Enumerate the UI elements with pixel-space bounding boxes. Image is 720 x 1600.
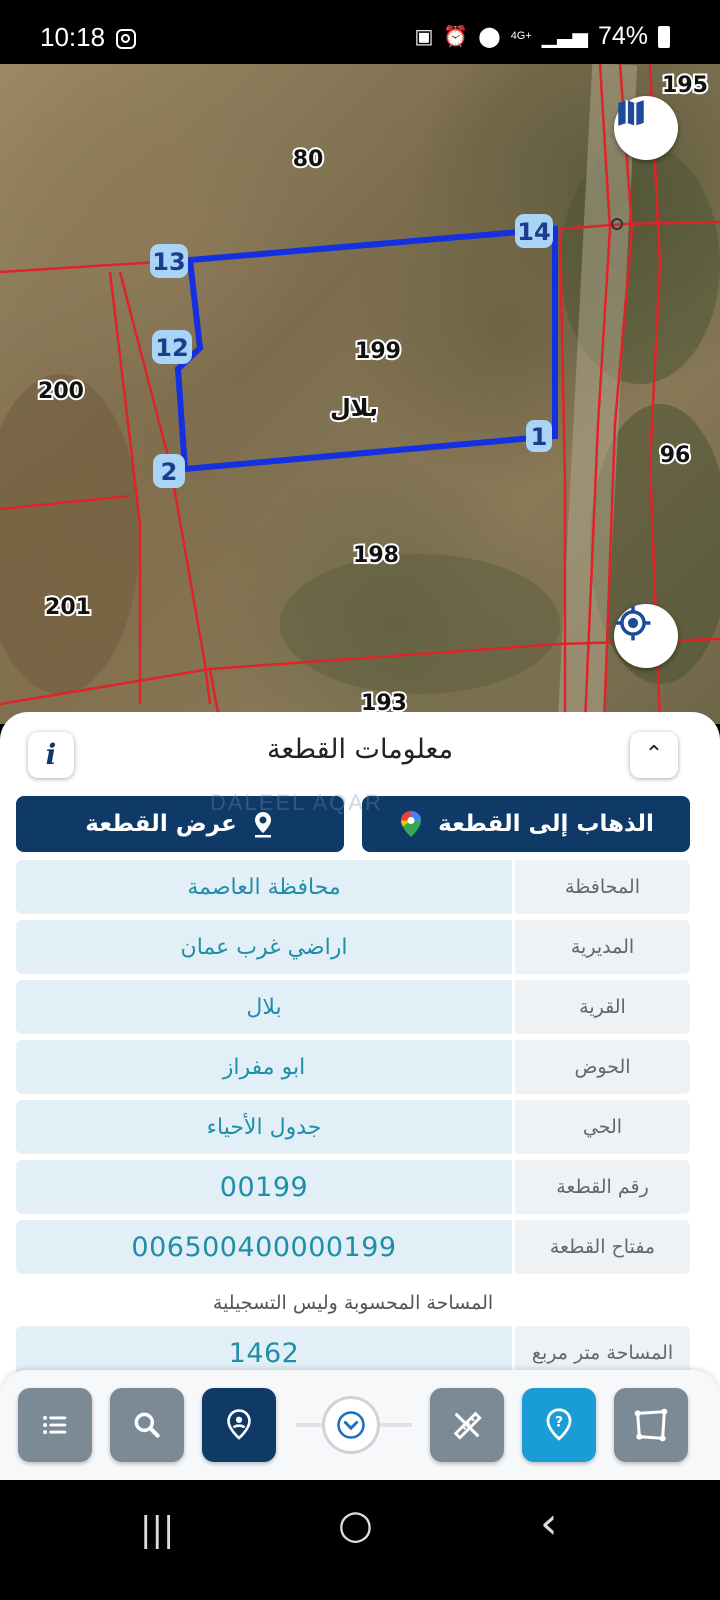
detail-row-directorate: اراضي غرب عمان المديرية [16, 920, 690, 974]
detail-row-parcel-number: 00199 رقم القطعة [16, 1160, 690, 1214]
battery-percent: 74% [597, 22, 648, 50]
location-icon: ⬤ [478, 26, 501, 48]
sheet-title: معلومات القطعة [266, 734, 454, 765]
village-label: بلال [330, 394, 378, 422]
list-icon [43, 1415, 67, 1435]
parcel-label: 199 [355, 339, 401, 364]
google-maps-icon [401, 811, 422, 837]
detail-row-village: بلال القرية [16, 980, 690, 1034]
expand-toolbar-button[interactable] [322, 1396, 380, 1454]
search-button[interactable] [110, 1388, 184, 1462]
detail-row-basin: ابو مفراز الحوض [16, 1040, 690, 1094]
chevron-up-icon: ⌃ [644, 742, 664, 767]
status-time: 10:18 [40, 22, 106, 52]
locate-me-button[interactable] [614, 604, 678, 668]
detail-row-governorate: محافظة العاصمة المحافظة [16, 860, 690, 914]
status-bar: 10:18 ▣ ⏰ ⬤ 4G+ ▁▃▅ 74% [0, 0, 720, 64]
detail-row-parcel-key: 006500400000199 مفتاح القطعة [16, 1220, 690, 1274]
locate-icon [615, 605, 651, 641]
area-note: المساحة المحسوبة وليس التسجيلية [212, 1292, 494, 1314]
instagram-notification-icon [116, 29, 136, 49]
detail-label: المحافظة [515, 860, 690, 914]
detail-value: جدول الأحياء [16, 1100, 512, 1154]
detail-value: محافظة العاصمة [16, 860, 512, 914]
parcel-label: 96 [660, 443, 691, 468]
status-icons: ▣ ⏰ ⬤ 4G+ ▁▃▅ 74% [414, 22, 670, 51]
measure-tool-icon [453, 1411, 482, 1440]
detail-label: القرية [515, 980, 690, 1034]
map-view[interactable]: 195 80 199 200 96 198 201 193 بلال 13 14… [0, 64, 720, 724]
back-button[interactable]: ‹ [540, 1498, 558, 1549]
detail-value: 006500400000199 [16, 1220, 512, 1274]
parcel-label: 198 [353, 543, 399, 568]
detail-value: ابو مفراز [16, 1040, 512, 1094]
parcel-label: 200 [38, 379, 84, 404]
home-button[interactable]: ○ [338, 1502, 373, 1548]
help-button[interactable]: ? [522, 1388, 596, 1462]
detail-label: مفتاح القطعة [515, 1220, 690, 1274]
alarm-icon: ⏰ [443, 26, 469, 48]
search-icon [134, 1412, 160, 1438]
map-layers-icon [618, 100, 644, 126]
vertex-label: 2 [161, 458, 178, 486]
toolbar-divider [380, 1423, 412, 1427]
network-type: 4G+ [510, 30, 532, 42]
recents-button[interactable]: ||| [140, 1510, 174, 1550]
system-nav-bar: ||| ○ ‹ [0, 1480, 720, 1600]
parcel-info-sheet: i معلومات القطعة ⌃ عرض القطعة الذهاب إلى… [0, 712, 720, 1402]
battery-icon [658, 25, 670, 48]
map-layers-button[interactable] [614, 96, 678, 160]
vertex-label: 13 [152, 248, 185, 276]
go-to-parcel-label: الذهاب إلى القطعة [438, 811, 654, 837]
parcel-label: 80 [293, 147, 324, 172]
location-pin-button[interactable] [202, 1388, 276, 1462]
detail-row-neighborhood: جدول الأحياء الحي [16, 1100, 690, 1154]
map-labels: 195 80 199 200 96 198 201 193 بلال 13 14… [36, 71, 710, 718]
detail-label: الحوض [515, 1040, 690, 1094]
polygon-tool-button[interactable] [614, 1388, 688, 1462]
parcel-label: 195 [662, 73, 708, 98]
vertex-label: 12 [155, 334, 188, 362]
measure-tool-button[interactable] [430, 1388, 504, 1462]
help-icon: ? [546, 1408, 572, 1441]
collapse-sheet-button[interactable]: ⌃ [630, 732, 678, 778]
go-to-parcel-button[interactable]: الذهاب إلى القطعة [362, 796, 690, 852]
vertex-label: 1 [531, 423, 548, 451]
location-pin-icon [227, 1409, 251, 1440]
detail-value: اراضي غرب عمان [16, 920, 512, 974]
detail-label: رقم القطعة [515, 1160, 690, 1214]
watermark: DALEEL AQAR [210, 790, 383, 815]
detail-label: الحي [515, 1100, 690, 1154]
parcel-label: 201 [45, 595, 91, 620]
toolbar-divider [296, 1423, 322, 1427]
detail-value: بلال [16, 980, 512, 1034]
expand-chevron-icon [337, 1411, 365, 1439]
list-button[interactable] [18, 1388, 92, 1462]
vertex-label: 14 [517, 218, 550, 246]
bottom-toolbar: ? [0, 1370, 720, 1480]
svg-text:?: ? [555, 1414, 563, 1430]
battery-saver-icon: ▣ [414, 26, 434, 48]
parcel-details: محافظة العاصمة المحافظة اراضي غرب عمان ا… [16, 860, 690, 1386]
polygon-icon [634, 1408, 668, 1442]
detail-value: 00199 [16, 1160, 512, 1214]
signal-icon: ▁▃▅ [541, 26, 588, 48]
sheet-header: i معلومات القطعة ⌃ [0, 712, 720, 780]
detail-label: المديرية [515, 920, 690, 974]
